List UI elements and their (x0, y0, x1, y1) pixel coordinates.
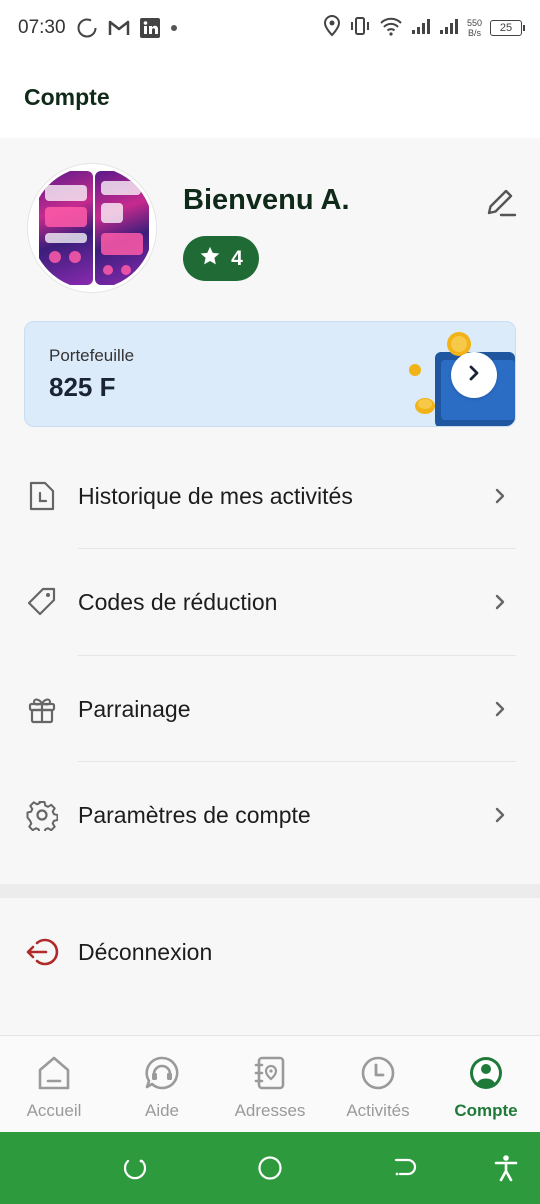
bottom-navigation: Accueil Aide Adresses Activités Compte (0, 1035, 540, 1132)
home-icon (34, 1053, 74, 1093)
tab-label: Compte (454, 1101, 518, 1120)
rating-value: 4 (231, 246, 243, 270)
location-icon (323, 14, 341, 42)
home-button[interactable] (256, 1154, 284, 1182)
gmail-icon (108, 19, 130, 37)
app-bar: Compte (0, 56, 540, 138)
network-speed: 550 B/s (467, 18, 482, 38)
vibrate-icon (349, 16, 371, 41)
menu-item-referral[interactable]: Parrainage (0, 656, 540, 762)
account-icon (466, 1053, 506, 1093)
address-book-icon (250, 1053, 290, 1093)
gift-icon (25, 692, 59, 726)
battery-icon: 25 (490, 20, 525, 36)
edit-profile-button[interactable] (482, 186, 518, 222)
tab-activites[interactable]: Activités (324, 1036, 432, 1132)
network-speed-unit: B/s (467, 28, 481, 38)
accessibility-icon[interactable] (492, 1154, 520, 1182)
tab-label: Adresses (234, 1101, 306, 1120)
wallet-balance: 825 F (49, 372, 116, 402)
logout-button[interactable]: Déconnexion (0, 899, 540, 1005)
tab-adresses[interactable]: Adresses (216, 1036, 324, 1132)
help-chat-icon (142, 1053, 182, 1093)
wallet-label: Portefeuille (49, 346, 135, 365)
clock-icon (358, 1053, 398, 1093)
tab-label: Activités (346, 1101, 410, 1120)
chevron-right-icon (490, 699, 510, 719)
network-speed-value: 550 (466, 18, 482, 28)
wallet-open-button[interactable] (451, 352, 497, 398)
menu-item-discount-codes[interactable]: Codes de réduction (0, 549, 540, 655)
system-navigation-bar (0, 1132, 540, 1204)
tab-compte[interactable]: Compte (432, 1036, 540, 1132)
signal-icon-2 (439, 17, 459, 40)
chevron-right-icon (490, 805, 510, 825)
chevron-right-icon (490, 486, 510, 506)
menu-item-label: Codes de réduction (78, 588, 278, 615)
menu-item-label: Paramètres de compte (78, 801, 311, 828)
menu-item-label: Parrainage (78, 695, 191, 722)
battery-level: 25 (499, 22, 513, 34)
logout-label: Déconnexion (78, 938, 213, 965)
back-button[interactable] (391, 1154, 419, 1182)
star-icon (199, 245, 221, 273)
history-icon (25, 479, 59, 513)
linkedin-icon (139, 18, 160, 38)
loading-ring-icon (76, 17, 98, 39)
tab-label: Accueil (26, 1101, 82, 1120)
status-time: 07:30 (18, 17, 66, 38)
chevron-right-icon (467, 364, 481, 387)
notification-dot-icon (170, 24, 178, 32)
pencil-icon (483, 185, 517, 224)
chevron-right-icon (490, 592, 510, 612)
menu-item-history[interactable]: Historique de mes activités (0, 443, 540, 549)
status-bar: 07:30 550 B/s 25 (0, 0, 540, 56)
recents-button[interactable] (121, 1154, 149, 1182)
logout-icon (25, 935, 59, 969)
tab-aide[interactable]: Aide (108, 1036, 216, 1132)
page-title: Compte (24, 83, 110, 110)
menu-item-account-settings[interactable]: Paramètres de compte (0, 762, 540, 868)
gear-icon (25, 798, 59, 832)
signal-icon-1 (411, 17, 431, 40)
rating-badge: 4 (183, 236, 259, 281)
section-separator (0, 884, 540, 898)
menu-item-label: Historique de mes activités (78, 482, 353, 509)
tab-accueil[interactable]: Accueil (0, 1036, 108, 1132)
wallet-card[interactable]: Portefeuille 825 F (24, 321, 516, 427)
tab-label: Aide (144, 1101, 180, 1120)
avatar[interactable] (28, 164, 156, 292)
profile-header: Bienvenu A. 4 (28, 164, 518, 294)
user-name: Bienvenu A. (183, 184, 350, 216)
wifi-icon (379, 16, 403, 41)
tag-icon (25, 585, 59, 619)
